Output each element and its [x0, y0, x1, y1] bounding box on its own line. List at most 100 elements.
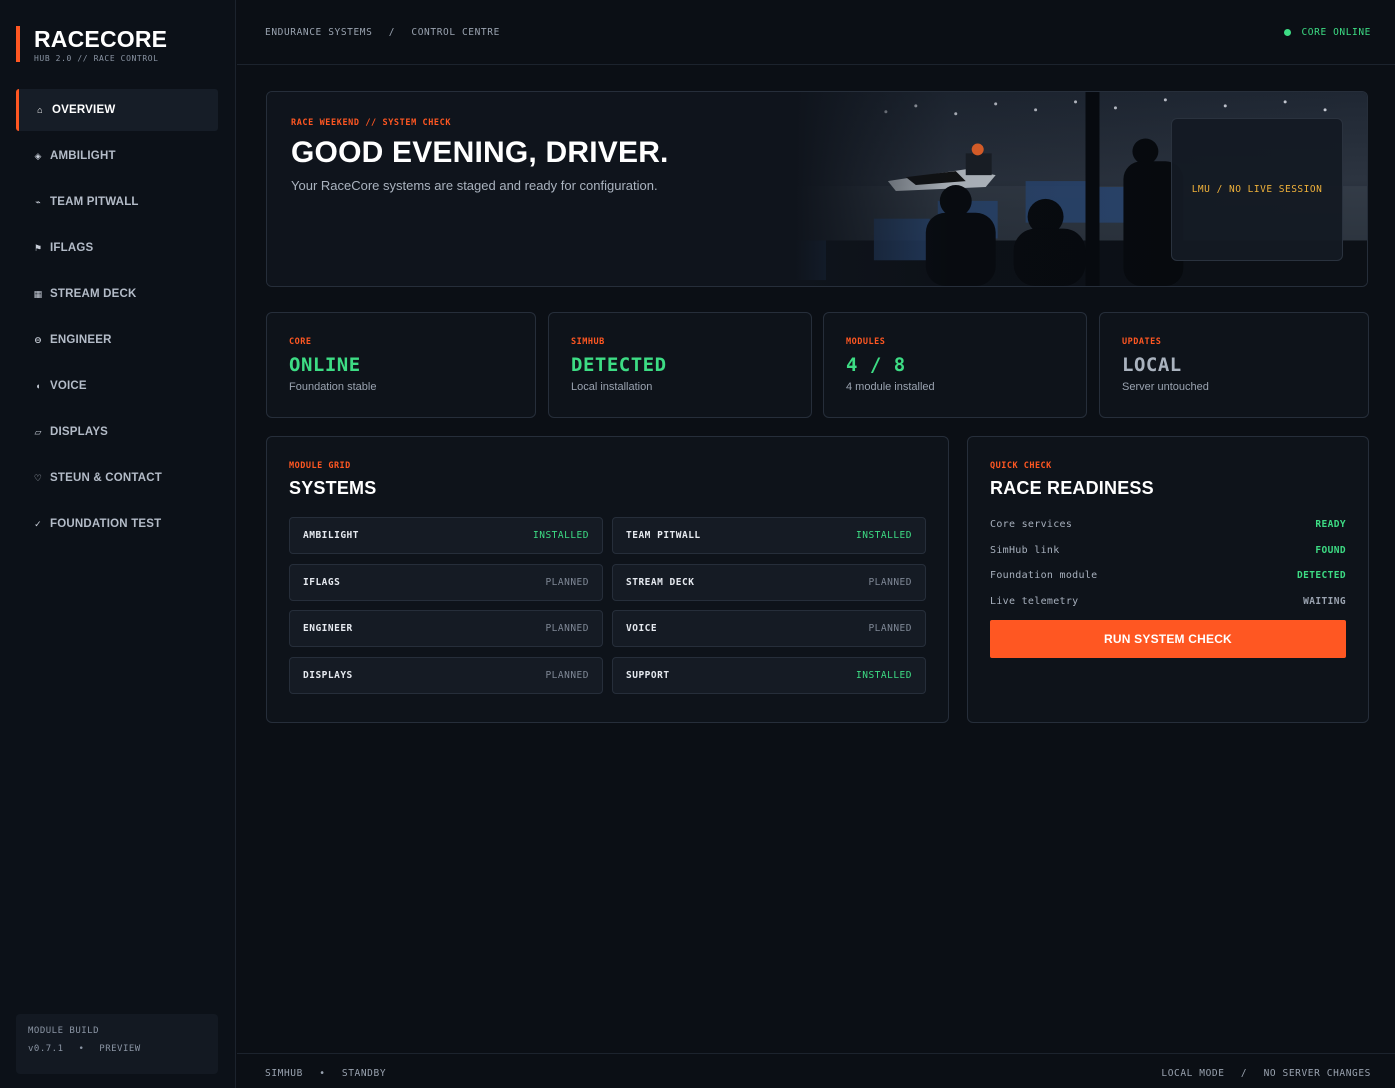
module-ambilight[interactable]: AMBILIGHT INSTALLED	[289, 517, 603, 554]
module-support[interactable]: SUPPORT INSTALLED	[612, 657, 926, 695]
module-name: ENGINEER	[303, 623, 353, 635]
stat-value: LOCAL	[1122, 354, 1182, 376]
module-status: PLANNED	[545, 670, 589, 682]
pulse-icon: ⌁	[35, 196, 41, 207]
check-icon: ✓	[34, 518, 42, 529]
stat-card-simhub: SIMHUB DETECTED Local installation	[548, 312, 812, 418]
footer-standby: STANDBY	[341, 1068, 387, 1079]
stat-kicker: CORE	[289, 337, 312, 347]
core-status: CORE ONLINE	[1284, 27, 1371, 38]
module-voice[interactable]: VOICE PLANNED	[612, 610, 926, 648]
sidebar-item-label: FOUNDATION TEST	[50, 518, 162, 530]
readiness-value: FOUND	[1315, 544, 1346, 556]
module-name: TEAM PITWALL	[626, 530, 701, 541]
module-name: IFLAGS	[303, 576, 341, 588]
footer-right-separator: /	[1240, 1068, 1248, 1079]
run-system-check-button[interactable]: RUN SYSTEM CHECK	[990, 620, 1346, 658]
stat-value: ONLINE	[289, 354, 361, 376]
module-name: DISPLAYS	[303, 670, 353, 682]
sidebar-item-displays[interactable]: ▱ DISPLAYS	[16, 411, 218, 453]
module-status: PLANNED	[545, 623, 589, 635]
footer: SIMHUB • STANDBY LOCAL MODE / NO SERVER …	[237, 1053, 1395, 1088]
stat-card-core: CORE ONLINE Foundation stable	[266, 312, 536, 418]
footer-right: LOCAL MODE / NO SERVER CHANGES	[1161, 1068, 1371, 1079]
sidebar-item-stream-deck[interactable]: ▦ STREAM DECK	[16, 273, 218, 315]
build-channel: PREVIEW	[99, 1044, 141, 1054]
sidebar-item-label: DISPLAYS	[50, 426, 109, 438]
module-stream-deck[interactable]: STREAM DECK PLANNED	[612, 563, 926, 601]
breadcrumb-endurance-systems[interactable]: ENDURANCE SYSTEMS	[265, 27, 372, 38]
readiness-value: DETECTED	[1297, 570, 1346, 582]
footer-left: SIMHUB • STANDBY	[265, 1068, 386, 1079]
readiness-label: Live telemetry	[990, 595, 1079, 607]
readiness-label: Core services	[990, 519, 1073, 531]
core-status-label: CORE ONLINE	[1301, 27, 1371, 38]
sidebar-item-label: AMBILIGHT	[50, 150, 116, 162]
readiness-panel: QUICK CHECK RACE READINESS Core services…	[967, 436, 1369, 723]
readiness-row: Core services READY	[990, 512, 1346, 538]
sidebar-item-iflags[interactable]: ⚑ IFLAGS	[16, 227, 218, 269]
top-bar: ENDURANCE SYSTEMS / CONTROL CENTRE CORE …	[237, 0, 1395, 65]
stat-value: DETECTED	[571, 354, 667, 376]
stat-card-updates: UPDATES LOCAL Server untouched	[1099, 312, 1369, 418]
stat-description: Local installation	[571, 381, 653, 393]
sidebar-item-label: STREAM DECK	[50, 288, 137, 300]
module-status: INSTALLED	[856, 530, 912, 541]
module-status: PLANNED	[868, 576, 912, 588]
module-build-box: MODULE BUILD v0.7.1 • PREVIEW	[16, 1014, 218, 1074]
brand-title: RACECORE	[34, 26, 168, 52]
module-name: STREAM DECK	[626, 576, 695, 588]
hero-kicker: RACE WEEKEND // SYSTEM CHECK	[291, 118, 452, 128]
sidebar: RACECORE HUB 2.0 // RACE CONTROL ⌂ OVERVI…	[0, 0, 236, 1088]
sidebar-item-label: ENGINEER	[50, 334, 112, 346]
stat-description: 4 module installed	[846, 381, 935, 393]
readiness-value: READY	[1315, 519, 1346, 531]
readiness-label: SimHub link	[990, 544, 1060, 556]
readiness-row: Foundation module DETECTED	[990, 563, 1346, 589]
build-version-number: v0.7.1	[28, 1044, 64, 1054]
systems-title: SYSTEMS	[289, 478, 377, 498]
sidebar-item-steun-contact[interactable]: ♡ STEUN & CONTACT	[16, 457, 218, 499]
stat-description: Server untouched	[1122, 381, 1209, 393]
footer-simhub: SIMHUB	[265, 1068, 303, 1079]
grid-icon: ▦	[33, 288, 43, 299]
systems-kicker: MODULE GRID	[289, 461, 351, 471]
module-displays[interactable]: DISPLAYS PLANNED	[289, 657, 603, 695]
hero-title: GOOD EVENING, DRIVER.	[291, 136, 669, 169]
sidebar-item-overview[interactable]: ⌂ OVERVIEW	[16, 89, 218, 131]
readiness-kicker: QUICK CHECK	[990, 461, 1052, 471]
sidebar-item-engineer[interactable]: ⊖ ENGINEER	[16, 319, 218, 361]
footer-local-mode: LOCAL MODE	[1161, 1068, 1225, 1079]
hero-subtitle: Your RaceCore systems are staged and rea…	[291, 178, 658, 193]
speaker-icon: ◖	[35, 381, 41, 391]
sidebar-item-label: TEAM PITWALL	[50, 196, 139, 208]
readiness-row: Live telemetry WAITING	[990, 589, 1346, 615]
module-engineer[interactable]: ENGINEER PLANNED	[289, 610, 603, 648]
module-status: INSTALLED	[856, 670, 912, 682]
sidebar-item-foundation-test[interactable]: ✓ FOUNDATION TEST	[16, 503, 218, 545]
module-name: VOICE	[626, 623, 658, 635]
stat-description: Foundation stable	[289, 381, 377, 393]
diamond-icon: ◈	[34, 150, 42, 161]
footer-left-separator: •	[319, 1068, 326, 1079]
build-title: MODULE BUILD	[28, 1026, 100, 1036]
breadcrumb: ENDURANCE SYSTEMS / CONTROL CENTRE	[265, 27, 500, 38]
readiness-row: SimHub link FOUND	[990, 538, 1346, 564]
sidebar-nav: ⌂ OVERVIEW ◈ AMBILIGHT ⌁ TEAM PITWALL ⚑ IFLAGS ▦…	[16, 89, 218, 549]
module-status: INSTALLED	[533, 530, 589, 541]
flag-icon: ⚑	[33, 242, 43, 253]
display-icon: ▱	[34, 426, 42, 437]
readiness-label: Foundation module	[990, 570, 1098, 582]
sidebar-item-label: VOICE	[50, 380, 87, 392]
heart-icon: ♡	[33, 472, 43, 483]
session-status-box: LMU / NO LIVE SESSION	[1171, 118, 1343, 261]
sidebar-item-voice[interactable]: ◖ VOICE	[16, 365, 218, 407]
readiness-value: WAITING	[1303, 595, 1346, 607]
sidebar-item-team-pitwall[interactable]: ⌁ TEAM PITWALL	[16, 181, 218, 223]
module-team-pitwall[interactable]: TEAM PITWALL INSTALLED	[612, 517, 926, 554]
headset-icon: ⊖	[34, 334, 42, 345]
brand-accent-bar	[16, 26, 20, 62]
sidebar-item-ambilight[interactable]: ◈ AMBILIGHT	[16, 135, 218, 177]
footer-no-server-changes: NO SERVER CHANGES	[1263, 1068, 1371, 1079]
module-iflags[interactable]: IFLAGS PLANNED	[289, 563, 603, 601]
